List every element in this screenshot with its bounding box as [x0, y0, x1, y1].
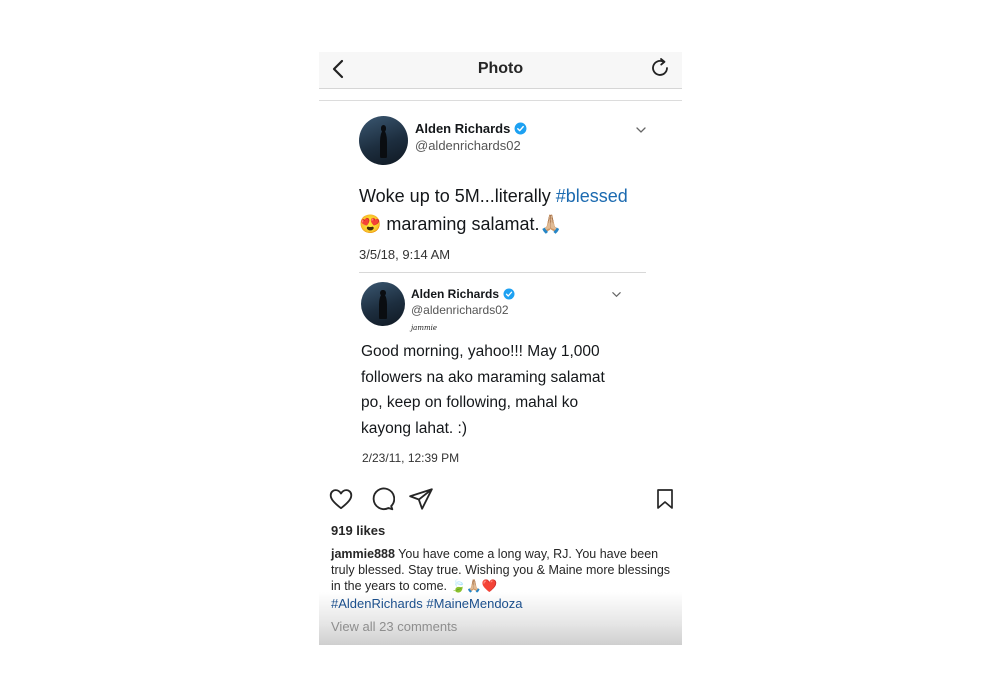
post-caption: jammie888 You have come a long way, RJ. …: [331, 546, 676, 594]
post-action-bar: [319, 484, 682, 514]
verified-badge-icon: [514, 122, 527, 135]
tweet-timestamp: 3/5/18, 9:14 AM: [359, 247, 451, 262]
heart-icon[interactable]: [328, 486, 354, 512]
page-title: Photo: [477, 60, 524, 77]
tweet-author-handle: @aldenrichards02: [411, 303, 509, 317]
instagram-photo-view: Photo Alden Richards @aldenrichards02 Wo…: [319, 52, 682, 645]
chevron-down-icon[interactable]: [635, 124, 647, 136]
tweet-line: followers na ako maraming salamat: [361, 368, 605, 386]
tweet-text-main: Woke up to 5M...literally: [359, 186, 556, 206]
avatar: [361, 282, 405, 326]
avatar: [359, 116, 408, 165]
caption-hashtags[interactable]: #AldenRichards #MaineMendoza: [331, 596, 523, 611]
author-name-text: Alden Richards: [415, 121, 511, 136]
tweet-author-handle: @aldenrichards02: [415, 138, 521, 153]
share-icon[interactable]: [408, 486, 434, 512]
tweet-line: po, keep on following, mahal ko: [361, 394, 579, 411]
hashtag-link[interactable]: #blessed: [556, 186, 628, 206]
bookmark-icon[interactable]: [653, 486, 677, 512]
top-navigation-bar: Photo: [319, 52, 682, 89]
tweet-timestamp: 2/23/11, 12:39 PM: [362, 451, 460, 465]
quoted-tweet-text: Good morning, yahoo!!! May 1,000 followe…: [361, 339, 605, 441]
divider: [359, 272, 646, 273]
signature-watermark: jammie: [411, 324, 438, 332]
author-name-text: Alden Richards: [411, 287, 500, 301]
comment-icon[interactable]: [369, 486, 395, 512]
verified-badge-icon: [503, 288, 515, 300]
tweet-line: Good morning, yahoo!!! May 1,000: [361, 343, 600, 360]
tweet-text-line2: 😍 maraming salamat.🙏🏼: [359, 214, 562, 234]
caption-username[interactable]: jammie888: [331, 547, 395, 561]
view-all-comments-link[interactable]: View all 23 comments: [331, 619, 457, 634]
divider: [319, 100, 682, 101]
refresh-icon[interactable]: [648, 56, 672, 80]
likes-count[interactable]: 919 likes: [331, 523, 385, 538]
tweet-author-name: Alden Richards: [415, 121, 527, 136]
chevron-down-icon[interactable]: [611, 289, 622, 300]
tweet-text: Woke up to 5M...literally #blessed 😍 mar…: [359, 182, 628, 238]
tweet-author-name: Alden Richards: [411, 287, 515, 301]
tweet-line: kayong lahat. :): [361, 419, 467, 437]
